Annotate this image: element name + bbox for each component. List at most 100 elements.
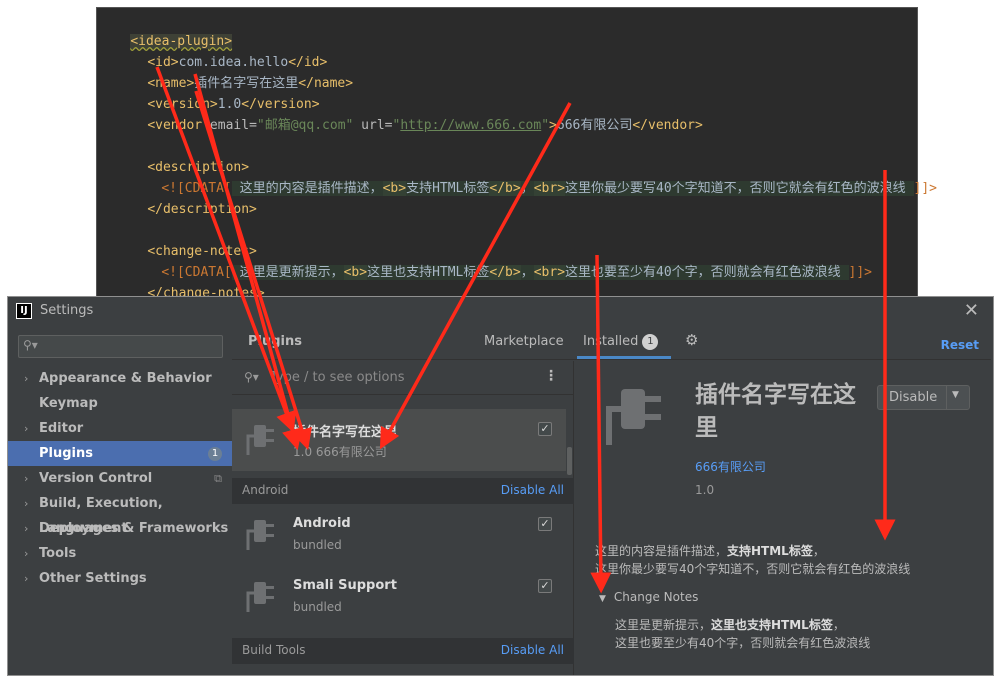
plugin-list: ⚲▾ Type / to see options ⋮ 插件名字写在这里 1.0 … — [232, 361, 574, 675]
cdata-text: 支持HTML标签 — [406, 181, 490, 196]
cdata-end: ]]> — [913, 181, 937, 196]
attr-name: url= — [353, 118, 393, 133]
change-notes-content: 这里是更新提示，这里也支持HTML标签， 这里也要至少有40个字，否则就会有红色… — [615, 616, 985, 652]
change-notes-label: Change Notes — [613, 590, 699, 604]
sidebar-item-label: Languages & Frameworks — [39, 521, 229, 536]
code-line-description-cdata: <![CDATA[ 这里的内容是插件描述，<b>支持HTML标签</b>，<br… — [130, 157, 937, 196]
plugin-row-smali[interactable]: Smali Support bundled ✓ — [232, 566, 566, 628]
plugin-description: 这里的内容是插件描述，支持HTML标签， 这里你最少要写40个字知道不，否则它就… — [595, 542, 985, 578]
title-bar[interactable]: IJ Settings ✕ — [8, 297, 993, 325]
plugin-icon — [246, 582, 274, 612]
cdata-text: ， — [520, 265, 534, 280]
plugin-meta: bundled — [293, 538, 342, 552]
chevron-right-icon: › — [24, 422, 29, 435]
plugin-enabled-checkbox[interactable]: ✓ — [538, 517, 552, 531]
section-name: Android — [242, 483, 289, 497]
plugin-name: 插件名字写在这里 — [293, 425, 398, 440]
inner-tag: <b> — [382, 181, 407, 196]
plugin-enabled-checkbox[interactable]: ✓ — [538, 422, 552, 436]
tab-marketplace[interactable]: Marketplace — [484, 334, 564, 349]
code-line-name: <name>插件名字写在这里</name> — [116, 52, 353, 91]
window-title: Settings — [40, 303, 94, 318]
sidebar-item-label: Other Settings — [39, 571, 147, 586]
plugin-search-input[interactable]: ⚲▾ Type / to see options ⋮ — [232, 361, 574, 395]
sidebar-item-label: Plugins — [39, 446, 93, 461]
change-notes-toggle[interactable]: ▼ Change Notes — [599, 590, 698, 604]
plugin-row-android[interactable]: Android bundled ✓ — [232, 504, 566, 566]
code-line-notes-close: </change-notes> — [116, 262, 264, 301]
sidebar-item-version-control[interactable]: › Version Control ⧉ — [8, 466, 232, 491]
url-link[interactable]: http://www.666.com — [400, 118, 541, 133]
attr-value: "邮箱@qq.com" — [256, 118, 354, 133]
sidebar-item-keymap[interactable]: Keymap — [8, 391, 232, 416]
code-editor[interactable]: <idea-plugin> <id>com.idea.hello</id> <n… — [96, 7, 937, 301]
sidebar-item-editor[interactable]: › Editor — [8, 416, 232, 441]
sidebar-item-label: Appearance & Behavior — [39, 371, 212, 386]
code-line-description-open: <description> — [116, 136, 249, 175]
more-options-icon[interactable]: ⋮ — [544, 368, 558, 384]
tag-open: <vendor — [147, 118, 203, 133]
chevron-right-icon: › — [24, 522, 29, 535]
sidebar-item-tools[interactable]: › Tools — [8, 541, 232, 566]
desc-text: 这里你最少要写40个字知道不，否则它就会有红色的波浪线 — [595, 562, 911, 576]
chevron-right-icon: › — [24, 572, 29, 585]
sidebar-item-label: Keymap — [39, 396, 98, 411]
sidebar-item-label: Editor — [39, 421, 84, 436]
section-header-android: Android Disable All — [232, 478, 574, 504]
notes-text: ， — [832, 618, 845, 632]
gear-icon[interactable]: ⚙ — [685, 331, 698, 349]
cdata-text: 这里也支持HTML标签 — [367, 265, 490, 280]
plugin-icon — [246, 520, 274, 550]
code-line-vendor: <vendor email="邮箱@qq.com" url= "http://ww… — [116, 94, 703, 133]
code-line-version: <version>1.0</version> — [116, 73, 319, 112]
attr-name: email= — [202, 118, 257, 133]
sidebar-item-languages[interactable]: › Languages & Frameworks — [8, 516, 232, 541]
notes-bold-text: 这里也支持HTML标签 — [711, 618, 833, 632]
tab-installed-label: Installed — [583, 334, 639, 349]
plugin-name: Smali Support — [293, 578, 397, 593]
search-icon: ⚲▾ — [244, 370, 259, 384]
list-scrollbar[interactable] — [567, 447, 572, 475]
inner-tag: </b> — [489, 265, 521, 280]
sidebar-item-plugins[interactable]: Plugins 1 — [8, 441, 232, 466]
code-line-notes-open: <change-notes> — [116, 220, 257, 259]
settings-sidebar: ⚲▾ › Appearance & Behavior Keymap › Edit… — [8, 325, 232, 675]
sidebar-item-other-settings[interactable]: › Other Settings — [8, 566, 232, 591]
inner-tag: <b> — [343, 265, 368, 280]
disable-all-link[interactable]: Disable All — [501, 483, 564, 497]
sidebar-item-build[interactable]: › Build, Execution, Deployment — [8, 491, 232, 536]
intellij-app-icon: IJ — [16, 303, 32, 319]
code-line-root: <idea-plugin> — [99, 10, 233, 49]
plugin-detail-title: 插件名字写在这里 — [695, 382, 856, 441]
disable-all-link[interactable]: Disable All — [501, 643, 564, 657]
chevron-down-icon[interactable]: ▼ — [952, 390, 959, 400]
code-line-id: <id>com.idea.hello</id> — [116, 31, 327, 70]
installed-count-badge: 1 — [642, 334, 659, 350]
notes-text: 这里也要至少有40个字，否则就会有红色波浪线 — [615, 636, 871, 650]
reset-link[interactable]: Reset — [941, 338, 979, 352]
chevron-right-icon: › — [24, 547, 29, 560]
vendor-link[interactable]: 666有限公司 — [695, 458, 766, 475]
inner-tag: </b> — [489, 181, 521, 196]
close-icon[interactable]: ✕ — [964, 300, 979, 321]
chevron-right-icon: › — [24, 472, 29, 485]
inner-tag: <br> — [533, 265, 566, 280]
chevron-right-icon: › — [24, 497, 29, 510]
plugin-icon — [246, 425, 274, 455]
settings-search-input[interactable]: ⚲▾ — [18, 335, 223, 358]
search-placeholder: Type / to see options — [270, 370, 405, 385]
tab-installed[interactable]: Installed 1 — [583, 334, 659, 350]
plugin-row-custom[interactable]: 插件名字写在这里 1.0 666有限公司 ✓ — [232, 409, 566, 471]
quote: " — [541, 118, 550, 133]
project-scope-icon: ⧉ — [214, 472, 222, 485]
sidebar-item-appearance[interactable]: › Appearance & Behavior — [8, 366, 232, 391]
plugin-enabled-checkbox[interactable]: ✓ — [538, 579, 552, 593]
cdata-text: 这里也要至少有40个字，否则就会有红色波浪线 — [565, 265, 849, 280]
plugin-meta: 1.0 666有限公司 — [293, 445, 387, 459]
section-header-build-tools: Build Tools Disable All — [232, 638, 574, 664]
plugin-meta: bundled — [293, 600, 342, 614]
plugins-update-badge: 1 — [208, 447, 222, 461]
cdata-text: 这里你最少要写40个字知道不，否则它就会有红色的波浪线 — [565, 181, 914, 196]
disable-plugin-button[interactable]: Disable ▼ — [877, 385, 970, 410]
code-line-description-close: </description> — [116, 178, 257, 217]
